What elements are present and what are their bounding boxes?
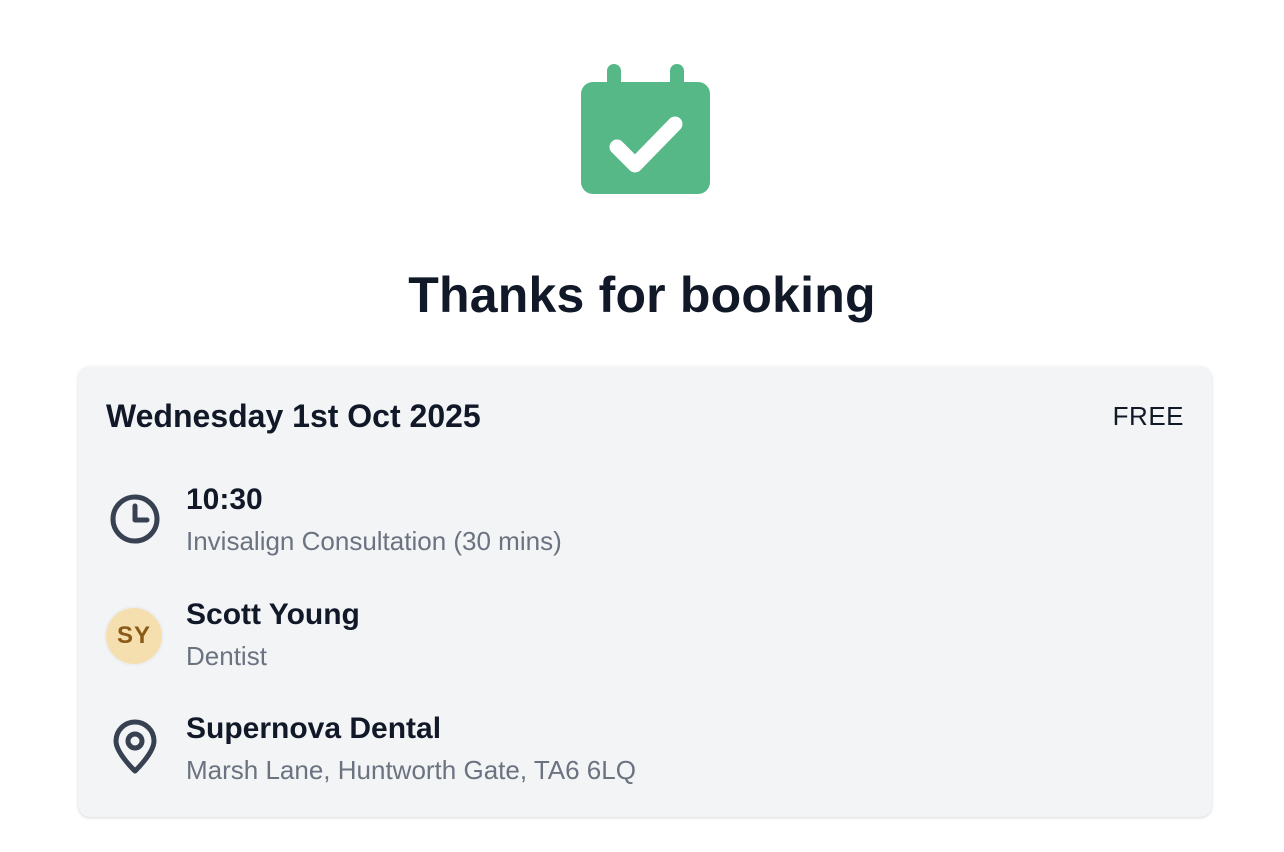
calendar-check-icon [579,64,711,196]
clock-icon [106,490,164,548]
service-name: Invisalign Consultation (30 mins) [186,526,562,556]
page-title: Thanks for booking [408,267,876,323]
location-name: Supernova Dental [186,712,442,745]
location-address: Marsh Lane, Huntworth Gate, TA6 6LQ [186,755,636,785]
time-row: 10:30 Invisalign Consultation (30 mins) [106,480,1106,560]
booking-time: 10:30 [186,483,263,516]
practitioner-name: Scott Young [186,598,360,631]
booking-price: FREE [1112,401,1184,431]
location-row: Supernova Dental Marsh Lane, Huntworth G… [106,709,1106,789]
map-pin-icon [106,719,164,777]
booking-confirmation-page: Thanks for booking Wednesday 1st Oct 202… [0,0,1284,852]
practitioner-row: SY Scott Young Dentist [106,595,1106,675]
booking-details-card: Wednesday 1st Oct 2025 FREE 10:30 Invisa… [78,366,1212,817]
practitioner-role: Dentist [186,641,267,671]
avatar: SY [106,608,162,664]
booking-date: Wednesday 1st Oct 2025 [106,398,481,434]
